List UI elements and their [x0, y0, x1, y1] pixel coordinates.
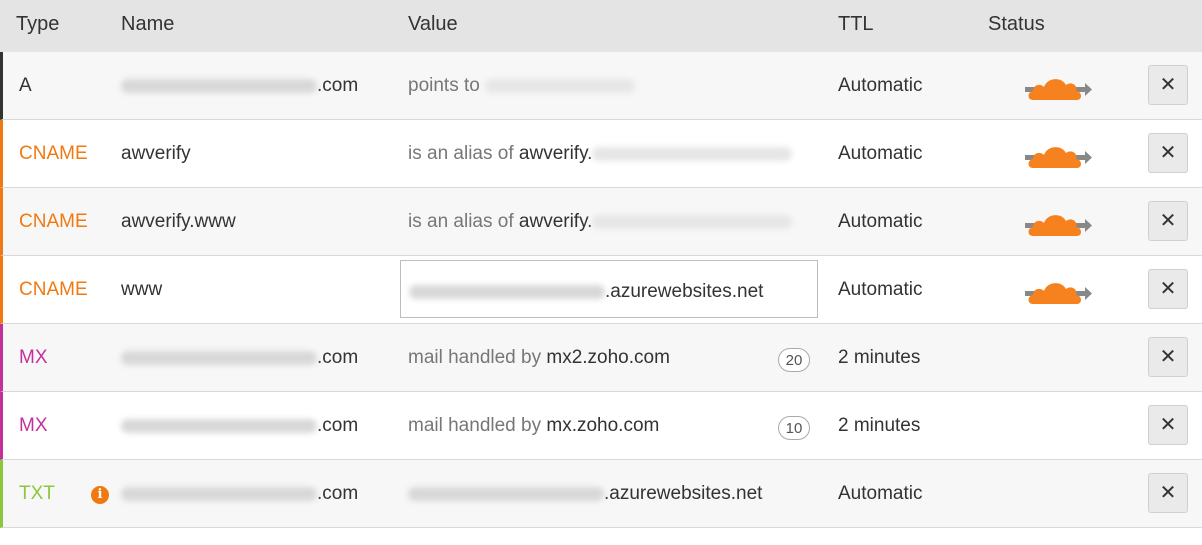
column-header-name[interactable]: Name — [121, 13, 174, 36]
record-name[interactable]: .com — [121, 347, 358, 369]
record-value-input[interactable]: .azurewebsites.net — [400, 260, 818, 318]
record-value[interactable]: mail handled by mx.zoho.com — [408, 415, 659, 437]
record-name[interactable]: awverify — [121, 143, 191, 165]
record-name[interactable]: www — [121, 279, 162, 301]
record-name[interactable]: .com — [121, 415, 358, 437]
record-value: .azurewebsites.net — [605, 281, 764, 302]
table-row: MX .com mail handled by mx2.zoho.com 20 … — [0, 324, 1202, 392]
delete-button[interactable]: ✕ — [1148, 337, 1188, 377]
record-ttl[interactable]: Automatic — [838, 483, 922, 505]
column-header-value[interactable]: Value — [408, 13, 458, 36]
record-type[interactable]: CNAME — [19, 211, 88, 233]
delete-button[interactable]: ✕ — [1148, 133, 1188, 173]
record-ttl[interactable]: Automatic — [838, 143, 922, 165]
record-value[interactable]: mail handled by mx2.zoho.com — [408, 347, 670, 369]
cloud-icon[interactable] — [1021, 206, 1093, 240]
record-value[interactable]: is an alias of awverify. — [408, 143, 793, 165]
mx-priority-badge[interactable]: 20 — [778, 348, 810, 372]
record-name[interactable]: .com — [121, 75, 358, 97]
table-row: A .com points to Automatic ✕ — [0, 52, 1202, 120]
record-type[interactable]: A — [19, 75, 32, 97]
record-ttl[interactable]: 2 minutes — [838, 415, 920, 437]
record-ttl[interactable]: Automatic — [838, 279, 922, 301]
record-type[interactable]: MX — [19, 347, 48, 369]
delete-button[interactable]: ✕ — [1148, 201, 1188, 241]
record-ttl[interactable]: Automatic — [838, 75, 922, 97]
delete-button[interactable]: ✕ — [1148, 65, 1188, 105]
record-name[interactable]: awverify.www — [121, 211, 236, 233]
close-icon: ✕ — [1159, 210, 1177, 232]
record-type[interactable]: TXT — [19, 483, 55, 505]
close-icon: ✕ — [1159, 346, 1177, 368]
table-row: MX .com mail handled by mx.zoho.com 10 2… — [0, 392, 1202, 460]
close-icon: ✕ — [1159, 482, 1177, 504]
close-icon: ✕ — [1159, 278, 1177, 300]
close-icon: ✕ — [1159, 142, 1177, 164]
close-icon: ✕ — [1159, 74, 1177, 96]
record-value[interactable]: points to — [408, 75, 636, 97]
info-icon[interactable]: i — [91, 486, 109, 504]
table-row: CNAME www .azurewebsites.net Automatic ✕ — [0, 256, 1202, 324]
table-row: TXT i .com .azurewebsites.net Automatic … — [0, 460, 1202, 528]
dns-records-table: Type Name Value TTL Status A .com points… — [0, 0, 1202, 528]
record-value[interactable]: is an alias of awverify. — [408, 211, 793, 233]
cloud-icon[interactable] — [1021, 70, 1093, 104]
record-value[interactable]: .azurewebsites.net — [408, 483, 762, 505]
table-row: CNAME awverify is an alias of awverify. … — [0, 120, 1202, 188]
column-header-type[interactable]: Type — [16, 13, 59, 36]
delete-button[interactable]: ✕ — [1148, 405, 1188, 445]
cloud-icon[interactable] — [1021, 138, 1093, 172]
column-header-ttl[interactable]: TTL — [838, 13, 874, 36]
table-row: CNAME awverify.www is an alias of awveri… — [0, 188, 1202, 256]
record-type[interactable]: CNAME — [19, 279, 88, 301]
delete-button[interactable]: ✕ — [1148, 269, 1188, 309]
record-type[interactable]: MX — [19, 415, 48, 437]
mx-priority-badge[interactable]: 10 — [778, 416, 810, 440]
record-ttl[interactable]: 2 minutes — [838, 347, 920, 369]
close-icon: ✕ — [1159, 414, 1177, 436]
record-ttl[interactable]: Automatic — [838, 211, 922, 233]
record-name[interactable]: .com — [121, 483, 358, 505]
table-header: Type Name Value TTL Status — [0, 0, 1202, 52]
delete-button[interactable]: ✕ — [1148, 473, 1188, 513]
cloud-icon[interactable] — [1021, 274, 1093, 308]
column-header-status[interactable]: Status — [988, 13, 1045, 36]
record-type[interactable]: CNAME — [19, 143, 88, 165]
